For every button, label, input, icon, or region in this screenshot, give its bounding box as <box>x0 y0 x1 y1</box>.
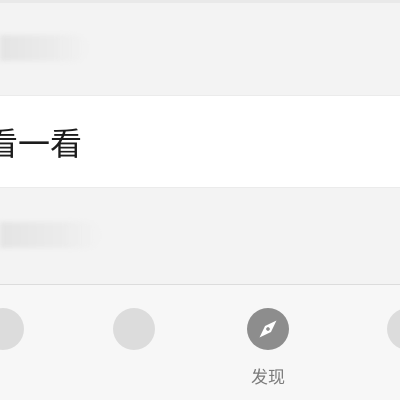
blurred-placeholder-top <box>0 35 88 61</box>
tab-discover[interactable]: 发现 <box>218 285 318 400</box>
menu-row-look-label: 看一看 <box>0 124 83 163</box>
blurred-section-top <box>0 3 400 95</box>
menu-row-look[interactable]: 看一看 <box>0 95 400 188</box>
blurred-section-bottom <box>0 188 400 284</box>
tab-discover-label: 发现 <box>251 368 285 388</box>
tab-4[interactable] <box>358 285 400 400</box>
tab-1[interactable] <box>0 285 53 400</box>
blurred-placeholder-bottom <box>0 222 100 248</box>
discover-screen: 看一看 发现 <box>0 0 400 400</box>
tab-1-icon <box>0 308 24 350</box>
tab-4-icon <box>387 308 400 350</box>
compass-icon <box>247 308 289 350</box>
bottom-tab-bar: 发现 <box>0 284 400 400</box>
tab-2-icon <box>113 308 155 350</box>
compass-icon-graphic <box>259 320 277 338</box>
tab-2[interactable] <box>84 285 184 400</box>
